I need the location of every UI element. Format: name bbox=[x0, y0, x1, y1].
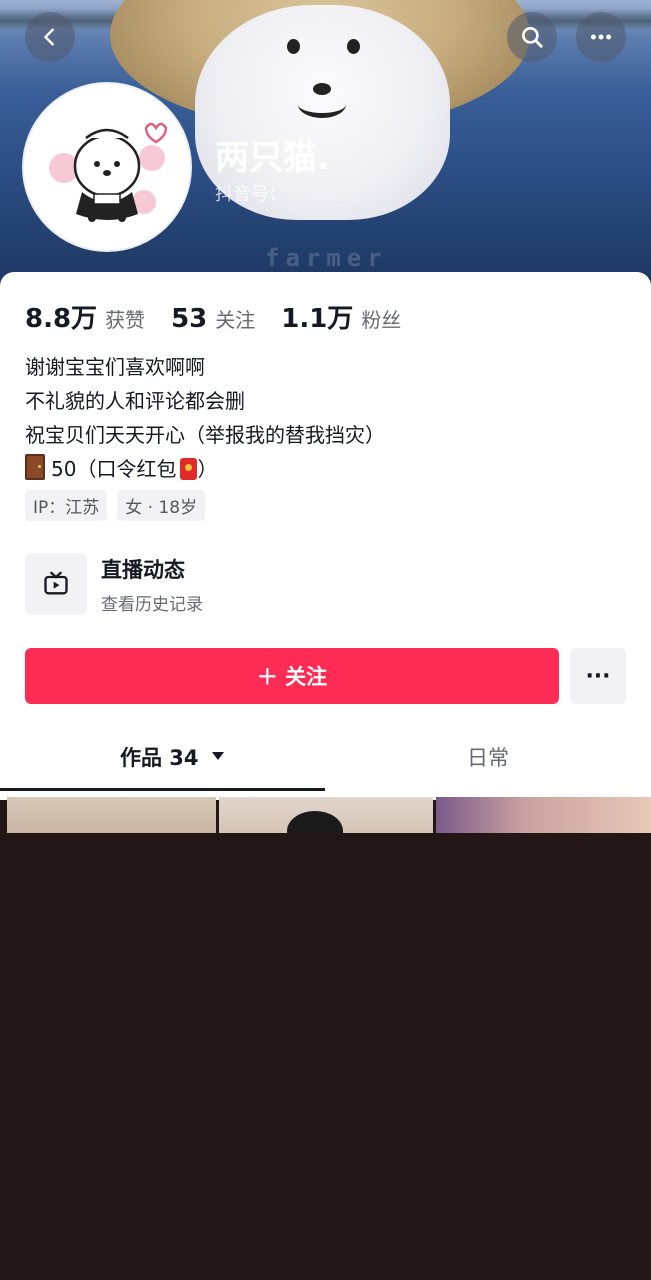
tv-icon bbox=[44, 571, 68, 595]
avatar-cartoon-image bbox=[24, 84, 190, 250]
search-icon bbox=[522, 27, 543, 48]
live-subtitle: 查看历史记录 bbox=[101, 594, 203, 615]
chevron-left-icon bbox=[44, 28, 54, 46]
caret-down-icon bbox=[211, 752, 224, 760]
likes-count[interactable]: 8.8万 bbox=[25, 298, 97, 335]
door-emoji-icon bbox=[25, 454, 45, 480]
video-thumbnail[interactable] bbox=[219, 797, 433, 833]
tab-works[interactable]: 作品 34 bbox=[120, 742, 226, 772]
video-grid bbox=[0, 797, 651, 833]
profile-bio: 谢谢宝宝们喜欢啊啊 不礼貌的人和评论都会删 祝宝贝们天天开心（举报我的替我挡灾）… bbox=[25, 350, 385, 486]
active-tab-indicator bbox=[0, 788, 325, 791]
tab-works-label: 作品 34 bbox=[120, 746, 199, 770]
bio-line: 谢谢宝宝们喜欢啊啊 bbox=[25, 355, 205, 379]
likes-label: 获赞 bbox=[105, 308, 146, 332]
douyin-id-label[interactable]: 抖音号： bbox=[215, 180, 287, 206]
profile-tags: IP：江苏 女 · 18岁 bbox=[25, 490, 206, 521]
live-history-entry[interactable]: 直播动态 查看历史记录 bbox=[25, 553, 203, 615]
live-title: 直播动态 bbox=[101, 557, 185, 582]
avatar[interactable] bbox=[24, 84, 190, 250]
more-dots-icon bbox=[590, 34, 612, 40]
followers-count[interactable]: 1.1万 bbox=[281, 298, 353, 335]
bio-line-text: 50（口令红包 bbox=[51, 457, 177, 481]
bio-line: 祝宝贝们天天开心（举报我的替我挡灾） bbox=[25, 423, 385, 447]
bio-line: 不礼貌的人和评论都会删 bbox=[25, 389, 245, 413]
red-envelope-emoji-icon bbox=[180, 458, 198, 480]
followers-label: 粉丝 bbox=[361, 308, 402, 332]
back-button[interactable] bbox=[25, 12, 75, 62]
tab-daily[interactable]: 日常 bbox=[467, 742, 509, 772]
following-count[interactable]: 53 bbox=[171, 304, 207, 334]
follow-button[interactable]: ＋ 关注 bbox=[25, 648, 559, 704]
ip-location-tag: IP：江苏 bbox=[25, 490, 108, 521]
profile-name: 两只猫. bbox=[215, 138, 330, 178]
following-label: 关注 bbox=[215, 308, 256, 332]
video-thumbnail[interactable] bbox=[436, 797, 651, 833]
occluded-area bbox=[0, 833, 651, 1280]
video-thumbnail[interactable] bbox=[7, 797, 216, 833]
more-options-button[interactable] bbox=[576, 12, 626, 62]
banner-watermark: farmer bbox=[265, 244, 388, 272]
search-button[interactable] bbox=[507, 12, 557, 62]
profile-card: 8.8万 获赞 53 关注 1.1万 粉丝 谢谢宝宝们喜欢啊啊 不礼貌的人和评论… bbox=[0, 272, 651, 800]
bio-line: 50（口令红包 ） bbox=[25, 452, 385, 486]
profile-more-button[interactable]: ··· bbox=[570, 648, 626, 704]
gender-age-tag: 女 · 18岁 bbox=[117, 490, 206, 521]
stats-row: 8.8万 获赞 53 关注 1.1万 粉丝 bbox=[25, 298, 427, 335]
live-icon-box bbox=[25, 553, 87, 615]
bio-line-end: ） bbox=[197, 457, 218, 481]
